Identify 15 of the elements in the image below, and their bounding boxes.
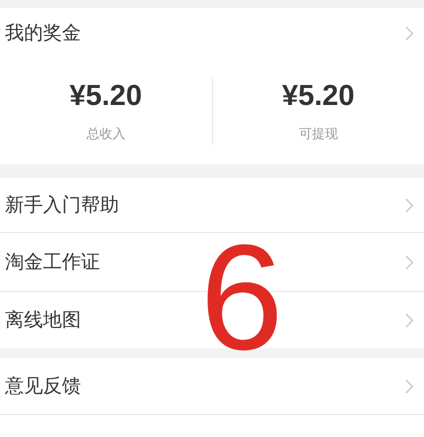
chevron-icon: [405, 26, 414, 40]
chevron-icon: [405, 254, 414, 270]
chevron-icon: [405, 378, 414, 394]
amount-value: ¥5.20: [69, 80, 142, 112]
chevron-icon: [405, 312, 414, 328]
menu-item[interactable]: 离线地图: [5, 307, 81, 333]
menu-item[interactable]: 我的奖金: [5, 20, 81, 46]
amount-label: 总收入: [86, 126, 126, 142]
chevron-icon: [405, 198, 414, 212]
menu-item[interactable]: 淘金工作证: [5, 249, 100, 275]
amount-label: 可提现: [298, 126, 338, 142]
step-number: 6: [200, 222, 284, 372]
amount-value: ¥5.20: [282, 80, 355, 112]
menu-item[interactable]: 新手入门帮助: [5, 192, 119, 218]
menu-item[interactable]: 意见反馈: [5, 373, 81, 399]
